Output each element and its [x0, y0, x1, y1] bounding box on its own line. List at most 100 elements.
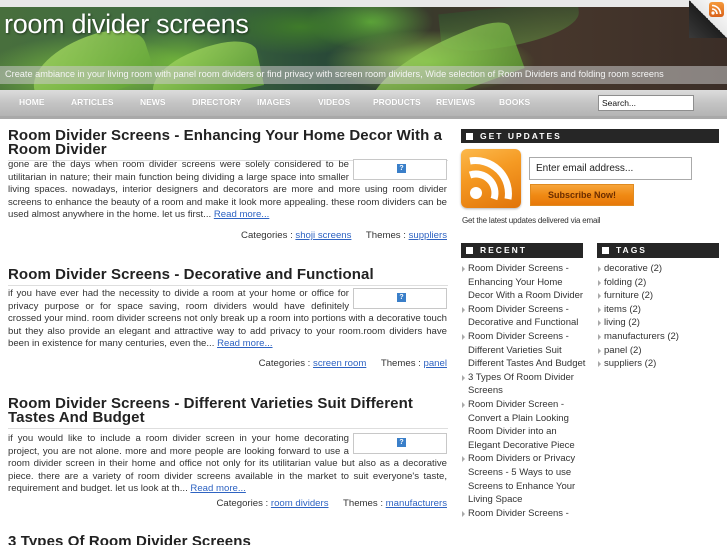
- square-bullet-icon: [602, 247, 609, 254]
- tag-item[interactable]: living (2): [598, 316, 722, 330]
- rss-feed-icon[interactable]: [461, 149, 521, 208]
- nav-item-news[interactable]: NEWS: [140, 97, 166, 107]
- recent-articles-list: Room Divider Screens - Enhancing Your Ho…: [462, 262, 586, 520]
- main-content: Room Divider Screens - Enhancing Your Ho…: [0, 122, 455, 545]
- tag-link[interactable]: folding (2): [604, 277, 646, 288]
- nav-item-videos[interactable]: VIDEOS: [318, 97, 350, 107]
- site-title[interactable]: room divider screens: [4, 9, 249, 40]
- arrow-bullet-icon: [462, 374, 465, 381]
- theme-link[interactable]: panel: [424, 358, 447, 369]
- recent-article-link[interactable]: Room Divider Screens -: [468, 508, 569, 519]
- post-title[interactable]: 3 Types Of Room Divider Screens: [8, 534, 448, 545]
- tag-item[interactable]: items (2): [598, 303, 722, 317]
- category-link[interactable]: room dividers: [271, 498, 329, 509]
- image-placeholder: ?: [353, 159, 447, 180]
- broken-image-icon: ?: [397, 438, 406, 447]
- nav-item-reviews[interactable]: REVIEWS: [436, 97, 475, 107]
- recent-article-item[interactable]: Room Divider Screens - Decorative and Fu…: [462, 303, 586, 330]
- recent-article-link[interactable]: Room Dividers or Privacy Screens - 5 Way…: [468, 453, 575, 505]
- recent-article-item[interactable]: Room Divider Screens - Different Varieti…: [462, 330, 586, 371]
- categories-label: Categories :: [216, 498, 269, 509]
- recent-article-item[interactable]: Room Divider Screen - Convert a Plain Lo…: [462, 398, 586, 452]
- tag-item[interactable]: manufacturers (2): [598, 330, 722, 344]
- recent-article-link[interactable]: Room Divider Screens - Different Varieti…: [468, 331, 585, 369]
- arrow-bullet-icon: [462, 306, 465, 313]
- theme-link[interactable]: suppliers: [409, 230, 447, 241]
- arrow-bullet-icon: [598, 293, 601, 300]
- arrow-bullet-icon: [462, 266, 465, 272]
- image-placeholder: ?: [353, 288, 447, 309]
- category-link[interactable]: shoji screens: [295, 230, 351, 241]
- arrow-bullet-icon: [598, 361, 601, 368]
- category-link[interactable]: screen room: [313, 358, 366, 369]
- tag-item[interactable]: panel (2): [598, 344, 722, 358]
- recent-article-item[interactable]: Room Divider Screens - Enhancing Your Ho…: [462, 262, 586, 303]
- widget-title: GET UPDATES: [480, 131, 562, 141]
- tag-item[interactable]: suppliers (2): [598, 357, 722, 371]
- tag-link[interactable]: items (2): [604, 304, 641, 315]
- subscribe-button[interactable]: Subscribe Now!: [530, 184, 634, 206]
- arrow-bullet-icon: [462, 510, 465, 517]
- image-placeholder: ?: [353, 433, 447, 454]
- recent-article-item[interactable]: 3 Types Of Room Divider Screens: [462, 371, 586, 398]
- email-input[interactable]: [529, 157, 692, 180]
- rss-glyph-icon: [468, 157, 512, 201]
- widget-header-updates: GET UPDATES: [461, 129, 719, 144]
- read-more-link[interactable]: Read more...: [217, 338, 272, 349]
- read-more-link[interactable]: Read more...: [190, 483, 245, 494]
- post-title[interactable]: Room Divider Screens - Different Varieti…: [8, 396, 448, 429]
- tags-list: decorative (2) folding (2) furniture (2)…: [598, 262, 722, 371]
- recent-article-item[interactable]: Room Dividers or Privacy Screens - 5 Way…: [462, 452, 586, 506]
- rss-icon[interactable]: [709, 2, 724, 17]
- tag-link[interactable]: decorative (2): [604, 263, 662, 274]
- arrow-bullet-icon: [598, 347, 601, 354]
- page: room divider screens Create ambiance in …: [0, 0, 727, 545]
- arrow-bullet-icon: [598, 333, 601, 340]
- nav-item-directory[interactable]: DIRECTORY: [192, 97, 242, 107]
- nav-item-books[interactable]: BOOKS: [499, 97, 530, 107]
- tag-item[interactable]: folding (2): [598, 276, 722, 290]
- recent-article-link[interactable]: Room Divider Screens - Enhancing Your Ho…: [468, 263, 583, 301]
- post-body: ? if you would like to include a room di…: [8, 433, 447, 496]
- arrow-bullet-icon: [598, 266, 601, 272]
- themes-label: Themes :: [343, 498, 383, 509]
- arrow-bullet-icon: [462, 401, 465, 408]
- tag-link[interactable]: manufacturers (2): [604, 331, 679, 342]
- tag-link[interactable]: suppliers (2): [604, 358, 656, 369]
- arrow-bullet-icon: [598, 306, 601, 313]
- broken-image-icon: ?: [397, 293, 406, 302]
- nav-item-home[interactable]: HOME: [19, 97, 45, 107]
- post-body: ? gone are the days when room divider sc…: [8, 159, 447, 222]
- theme-link[interactable]: manufacturers: [386, 498, 447, 509]
- site-tagline: Create ambiance in your living room with…: [5, 69, 664, 79]
- post-meta: Categories : shoji screens Themes : supp…: [241, 230, 447, 241]
- recent-article-link[interactable]: 3 Types Of Room Divider Screens: [468, 372, 574, 397]
- updates-note: Get the latest updates delivered via ema…: [462, 216, 601, 225]
- main-nav: HOME ARTICLES NEWS DIRECTORY IMAGES VIDE…: [0, 90, 727, 119]
- arrow-bullet-icon: [598, 320, 601, 327]
- nav-item-articles[interactable]: ARTICLES: [71, 97, 114, 107]
- recent-article-link[interactable]: Room Divider Screens - Decorative and Fu…: [468, 304, 578, 329]
- post-title[interactable]: Room Divider Screens - Decorative and Fu…: [8, 267, 448, 286]
- tag-link[interactable]: living (2): [604, 317, 640, 328]
- widget-title: TAGS: [616, 245, 647, 255]
- widget-header-tags: TAGS: [597, 243, 719, 258]
- widget-header-recent-articles: RECENT ARTICLES: [461, 243, 583, 270]
- search-input[interactable]: [598, 95, 694, 111]
- post-title[interactable]: Room Divider Screens - Enhancing Your Ho…: [8, 128, 448, 161]
- recent-article-link[interactable]: Room Divider Screen - Convert a Plain Lo…: [468, 399, 575, 451]
- themes-label: Themes :: [380, 358, 421, 369]
- arrow-bullet-icon: [598, 279, 601, 286]
- read-more-link[interactable]: Read more...: [214, 209, 269, 220]
- recent-article-item[interactable]: Room Divider Screens -: [462, 507, 586, 521]
- tag-item[interactable]: furniture (2): [598, 289, 722, 303]
- tag-link[interactable]: panel (2): [604, 345, 642, 356]
- nav-item-products[interactable]: PRODUCTS: [373, 97, 421, 107]
- arrow-bullet-icon: [462, 333, 465, 340]
- square-bullet-icon: [466, 247, 473, 254]
- tag-link[interactable]: furniture (2): [604, 290, 653, 301]
- tag-item[interactable]: decorative (2): [598, 262, 722, 276]
- header: room divider screens Create ambiance in …: [0, 0, 727, 90]
- nav-item-images[interactable]: IMAGES: [257, 97, 291, 107]
- post-meta: Categories : room dividers Themes : manu…: [217, 498, 448, 509]
